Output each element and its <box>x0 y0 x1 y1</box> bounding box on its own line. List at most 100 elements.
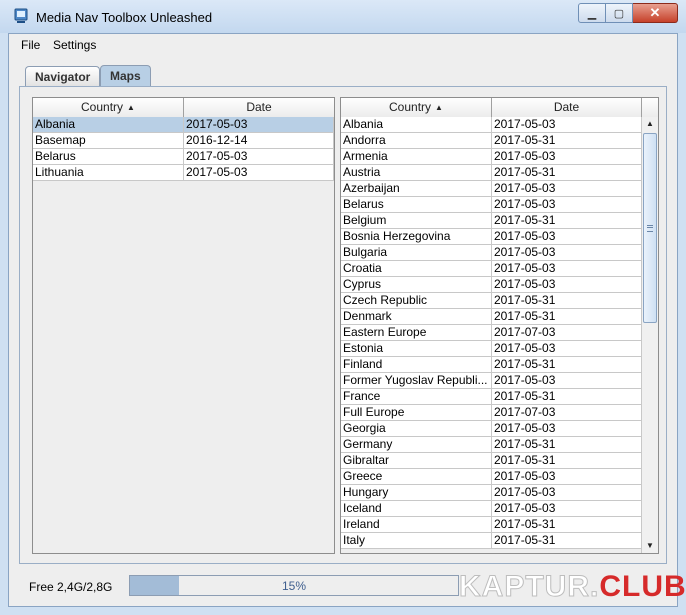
country-cell: Finland <box>341 357 492 373</box>
date-cell: 2017-05-03 <box>492 469 642 485</box>
country-cell: Azerbaijan <box>341 181 492 197</box>
table-header: Country ▲ Date <box>33 98 334 118</box>
table-row[interactable]: Belgium 2017-05-31 <box>341 213 642 229</box>
date-cell: 2017-05-31 <box>492 437 642 453</box>
country-cell: Gibraltar <box>341 453 492 469</box>
date-cell: 2017-05-31 <box>492 213 642 229</box>
country-cell: Belgium <box>341 213 492 229</box>
table-header: Country ▲ Date <box>341 98 658 118</box>
date-cell: 2016-12-14 <box>184 133 334 149</box>
date-cell: 2017-05-03 <box>492 277 642 293</box>
table-row[interactable]: Former Yugoslav Republi... 2017-05-03 <box>341 373 642 389</box>
country-cell: Bulgaria <box>341 245 492 261</box>
table-row[interactable]: Andorra 2017-05-31 <box>341 133 642 149</box>
country-cell: Armenia <box>341 149 492 165</box>
country-cell: Cyprus <box>341 277 492 293</box>
grip-icon <box>647 225 653 232</box>
date-cell: 2017-05-03 <box>492 373 642 389</box>
progress-text: 15% <box>281 579 307 593</box>
country-cell: Belarus <box>33 149 184 165</box>
table-row[interactable]: Gibraltar 2017-05-31 <box>341 453 642 469</box>
date-cell: 2017-05-03 <box>492 149 642 165</box>
header-corner <box>642 98 658 117</box>
menu-bar: File Settings <box>9 34 677 56</box>
date-cell: 2017-05-03 <box>492 197 642 213</box>
vertical-scrollbar[interactable]: ▲ ▼ <box>641 117 658 553</box>
close-button[interactable]: ✕ <box>633 3 678 23</box>
country-cell: Denmark <box>341 309 492 325</box>
scroll-thumb[interactable] <box>643 133 657 323</box>
tab-maps[interactable]: Maps <box>100 65 151 86</box>
country-cell: Estonia <box>341 341 492 357</box>
country-cell: Albania <box>33 117 184 133</box>
date-cell: 2017-05-03 <box>184 149 334 165</box>
table-row[interactable]: Eastern Europe 2017-07-03 <box>341 325 642 341</box>
table-row[interactable]: Greece 2017-05-03 <box>341 469 642 485</box>
tab-navigator[interactable]: Navigator <box>25 66 101 86</box>
maps-panel: Country ▲ Date Albania 2017-05-03 Basemap 20… <box>19 86 667 564</box>
date-cell: 2017-05-31 <box>492 389 642 405</box>
country-cell: Full Europe <box>341 405 492 421</box>
table-row[interactable]: Italy 2017-05-31 <box>341 533 642 549</box>
table-row[interactable]: Georgia 2017-05-03 <box>341 421 642 437</box>
table-row[interactable]: Iceland 2017-05-03 <box>341 501 642 517</box>
date-cell: 2017-05-03 <box>492 341 642 357</box>
country-cell: Croatia <box>341 261 492 277</box>
table-row[interactable]: Belarus 2017-05-03 <box>341 197 642 213</box>
country-cell: Belarus <box>341 197 492 213</box>
status-bar: Free 2,4G/2,8G 15% KAPTUR.CLUB <box>9 566 686 606</box>
table-row[interactable]: Hungary 2017-05-03 <box>341 485 642 501</box>
table-row[interactable]: Denmark 2017-05-31 <box>341 309 642 325</box>
date-cell: 2017-05-03 <box>492 485 642 501</box>
date-cell: 2017-07-03 <box>492 325 642 341</box>
maximize-button[interactable]: ▢ <box>606 3 633 23</box>
column-header-date[interactable]: Date <box>184 98 334 117</box>
date-cell: 2017-05-03 <box>492 245 642 261</box>
column-header-country[interactable]: Country ▲ <box>341 98 492 117</box>
country-cell: France <box>341 389 492 405</box>
date-cell: 2017-05-03 <box>184 117 334 133</box>
column-header-country[interactable]: Country ▲ <box>33 98 184 117</box>
date-cell: 2017-05-03 <box>492 117 642 133</box>
table-row[interactable]: Estonia 2017-05-03 <box>341 341 642 357</box>
table-row[interactable]: Armenia 2017-05-03 <box>341 149 642 165</box>
date-cell: 2017-05-03 <box>184 165 334 181</box>
table-row[interactable]: Azerbaijan 2017-05-03 <box>341 181 642 197</box>
country-cell: Albania <box>341 117 492 133</box>
table-row[interactable]: Croatia 2017-05-03 <box>341 261 642 277</box>
country-cell: Italy <box>341 533 492 549</box>
table-row[interactable]: Cyprus 2017-05-03 <box>341 277 642 293</box>
table-row[interactable]: Czech Republic 2017-05-31 <box>341 293 642 309</box>
country-cell: Andorra <box>341 133 492 149</box>
sort-ascending-icon: ▲ <box>435 103 443 112</box>
table-row[interactable]: France 2017-05-31 <box>341 389 642 405</box>
table-row[interactable]: Basemap 2016-12-14 <box>33 133 334 149</box>
date-cell: 2017-05-31 <box>492 357 642 373</box>
scroll-down-icon[interactable]: ▼ <box>642 539 658 553</box>
table-row[interactable]: Ireland 2017-05-31 <box>341 517 642 533</box>
minimize-button[interactable]: ▁ <box>578 3 606 23</box>
country-cell: Bosnia Herzegovina <box>341 229 492 245</box>
date-cell: 2017-05-31 <box>492 453 642 469</box>
country-cell: Austria <box>341 165 492 181</box>
table-row[interactable]: Germany 2017-05-31 <box>341 437 642 453</box>
table-row[interactable]: Lithuania 2017-05-03 <box>33 165 334 181</box>
country-cell: Germany <box>341 437 492 453</box>
menu-settings[interactable]: Settings <box>53 38 96 52</box>
table-body: Albania 2017-05-03 Andorra 2017-05-31 Armeni… <box>341 117 642 553</box>
installed-maps-table: Country ▲ Date Albania 2017-05-03 Basemap 20… <box>32 97 335 554</box>
table-row[interactable]: Finland 2017-05-31 <box>341 357 642 373</box>
table-row[interactable]: Austria 2017-05-31 <box>341 165 642 181</box>
window-title: Media Nav Toolbox Unleashed <box>36 10 213 25</box>
table-row[interactable]: Full Europe 2017-07-03 <box>341 405 642 421</box>
country-cell: Czech Republic <box>341 293 492 309</box>
table-row[interactable]: Bulgaria 2017-05-03 <box>341 245 642 261</box>
table-row[interactable]: Belarus 2017-05-03 <box>33 149 334 165</box>
column-header-date[interactable]: Date <box>492 98 642 117</box>
table-row[interactable]: Bosnia Herzegovina 2017-05-03 <box>341 229 642 245</box>
app-icon <box>14 8 28 23</box>
table-row[interactable]: Albania 2017-05-03 <box>341 117 642 133</box>
table-row[interactable]: Albania 2017-05-03 <box>33 117 334 133</box>
menu-file[interactable]: File <box>21 38 40 52</box>
scroll-up-icon[interactable]: ▲ <box>642 117 658 131</box>
